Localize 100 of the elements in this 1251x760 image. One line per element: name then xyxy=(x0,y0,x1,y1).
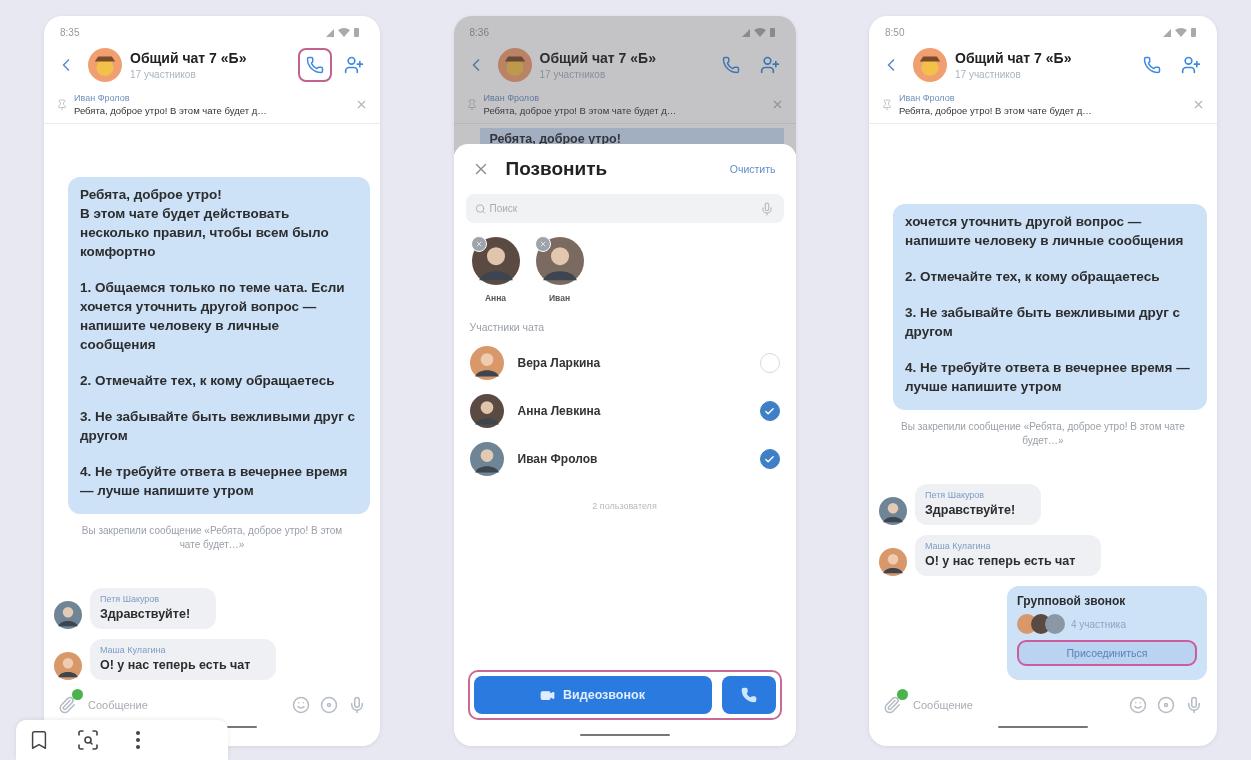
mic-icon[interactable] xyxy=(759,201,774,216)
phone-icon xyxy=(306,56,324,74)
chat-title: Общий чат 7 «Б» xyxy=(539,50,657,66)
search-icon xyxy=(474,203,486,214)
selection-count: 2 пользователя xyxy=(591,500,658,511)
pinned-bar[interactable]: Иван Фролов Ребята, доброе утро! В этом чате будет д… xyxy=(44,88,380,124)
avatar xyxy=(54,652,82,680)
selected-contact[interactable]: Иван xyxy=(535,237,584,303)
sticker-icon[interactable] xyxy=(1157,696,1175,714)
chat-subtitle: 17 участников xyxy=(539,69,607,80)
mic-icon[interactable] xyxy=(348,696,366,714)
avatar xyxy=(879,548,907,576)
attach-icon[interactable] xyxy=(883,696,901,714)
avatar xyxy=(469,346,504,380)
smile-icon[interactable] xyxy=(1129,696,1147,714)
avatar xyxy=(54,601,82,629)
status-time: 8:36 xyxy=(469,26,489,38)
phone-icon xyxy=(740,687,757,703)
member-checkbox[interactable] xyxy=(759,401,780,421)
message-text: О! у нас теперь есть чат xyxy=(925,554,1076,568)
attach-icon[interactable] xyxy=(58,696,76,714)
member-name: Иван Фролов xyxy=(517,452,599,466)
message-author: Петя Шакуров xyxy=(100,594,161,604)
pinned-text: Ребята, доброе утро! В этом чате будет д… xyxy=(899,105,1093,116)
pin-icon xyxy=(881,98,893,111)
message-text: Ребята, доброе утро! xyxy=(80,186,223,204)
message-author: Маша Кулагина xyxy=(100,645,167,655)
message-text: Здравствуйте! xyxy=(925,503,1016,517)
member-row[interactable]: Вера Ларкина xyxy=(453,339,796,387)
pin-icon xyxy=(56,98,68,111)
chat-title: Общий чат 7 «Б» xyxy=(955,50,1073,66)
notification-dot xyxy=(897,689,908,700)
selected-contact[interactable]: Анна xyxy=(471,237,520,303)
check-icon xyxy=(764,453,775,465)
avatar xyxy=(469,394,504,428)
notification-dot xyxy=(72,689,83,700)
add-user-icon xyxy=(1181,55,1201,75)
close-icon[interactable] xyxy=(1192,98,1205,111)
group-avatar xyxy=(913,48,947,82)
mic-icon[interactable] xyxy=(1185,696,1203,714)
chat-title: Общий чат 7 «Б» xyxy=(130,50,248,66)
message-text: хочется уточнить другой вопрос — напишите человеку в личные сообщения xyxy=(905,213,1185,250)
pinned-author: Иван Фролов xyxy=(74,93,131,103)
remove-badge[interactable] xyxy=(534,236,551,252)
member-name: Анна Левкина xyxy=(517,404,602,418)
sheet-title: Позвонить xyxy=(505,158,609,180)
avatar xyxy=(469,442,504,476)
message-author: Маша Кулагина xyxy=(925,541,992,551)
system-message: Вы закрепили сообщение «Ребята, доброе утро! В этом чате будет…» xyxy=(80,524,344,552)
message-text: 3. Не забывайте быть вежливыми друг с другом xyxy=(80,408,357,445)
status-time: 8:50 xyxy=(885,26,905,38)
message-text: 4. Не требуйте ответа в вечернее время — лучше напишите утром xyxy=(80,463,349,500)
avatar xyxy=(879,497,907,525)
message-text: 2. Отмечайте тех, к кому обращаетесь xyxy=(80,372,336,390)
member-row[interactable]: Анна Левкина xyxy=(453,387,796,435)
call-button[interactable] xyxy=(298,48,332,82)
avatar xyxy=(471,237,520,285)
message-author: Петя Шакуров xyxy=(925,490,986,500)
pinned-text: Ребята, доброе утро! В этом чате будет д… xyxy=(483,105,678,116)
status-time: 8:35 xyxy=(60,26,80,38)
pinned-author: Иван Фролов xyxy=(899,93,956,103)
contact-name: Иван xyxy=(548,293,571,303)
participant-avatars xyxy=(1017,614,1065,634)
member-checkbox[interactable] xyxy=(759,449,780,469)
contact-name: Анна xyxy=(484,293,507,303)
message-text: Здравствуйте! xyxy=(100,607,191,621)
close-icon[interactable] xyxy=(355,98,368,111)
check-icon xyxy=(764,405,775,417)
audio-call-button[interactable] xyxy=(721,676,776,714)
message-text: В этом чате будет действовать несколько правил, чтобы всем было комфортно xyxy=(80,205,330,261)
video-call-button[interactable]: Видеозвонок xyxy=(473,676,712,714)
chat-subtitle: 17 участников xyxy=(955,69,1022,80)
pinned-bar[interactable]: Иван Фролов Ребята, доброе утро! В этом чате будет д… xyxy=(869,88,1217,124)
message-text: 3. Не забывайте быть вежливыми друг с другом xyxy=(905,304,1182,341)
phone-icon xyxy=(1143,56,1161,74)
member-name: Вера Ларкина xyxy=(517,356,602,370)
message-text: 4. Не требуйте ответа в вечернее время — лучше напишите утром xyxy=(905,359,1191,396)
clear-link[interactable]: Очистить xyxy=(723,162,782,176)
pin-icon xyxy=(465,98,478,111)
pinned-text: Ребята, доброе утро! В этом чате будет д… xyxy=(74,105,268,116)
phone-icon xyxy=(721,56,740,74)
pinned-bar[interactable]: Иван Фролов Ребята, доброе утро! В этом чате будет д… xyxy=(453,88,796,124)
add-user-icon xyxy=(344,55,364,75)
group-avatar xyxy=(497,48,532,82)
message-text: 1. Общаемся только по теме чата. Если хочется уточнить другой вопрос — напишите человеку в личные сообщения xyxy=(80,279,346,354)
search-field[interactable]: Поиск xyxy=(465,194,784,223)
call-title: Групповой звонок xyxy=(1017,594,1127,608)
group-avatar xyxy=(88,48,122,82)
sticker-icon[interactable] xyxy=(320,696,338,714)
participant-count: 4 участника xyxy=(1071,618,1126,630)
lens-search-icon[interactable] xyxy=(76,728,100,752)
pinned-author: Иван Фролов xyxy=(483,93,540,103)
chat-subtitle: 17 участников xyxy=(130,69,197,80)
smile-icon[interactable] xyxy=(292,696,310,714)
avatar xyxy=(535,237,584,285)
section-label: Участники чата xyxy=(468,320,546,335)
system-message: Вы закрепили сообщение «Ребята, доброе утро! В этом чате будет…» xyxy=(900,420,1186,448)
message-text: 2. Отмечайте тех, к кому обращаетесь xyxy=(905,268,1161,286)
member-row[interactable]: Иван Фролов xyxy=(453,435,796,483)
remove-badge[interactable] xyxy=(470,236,487,252)
